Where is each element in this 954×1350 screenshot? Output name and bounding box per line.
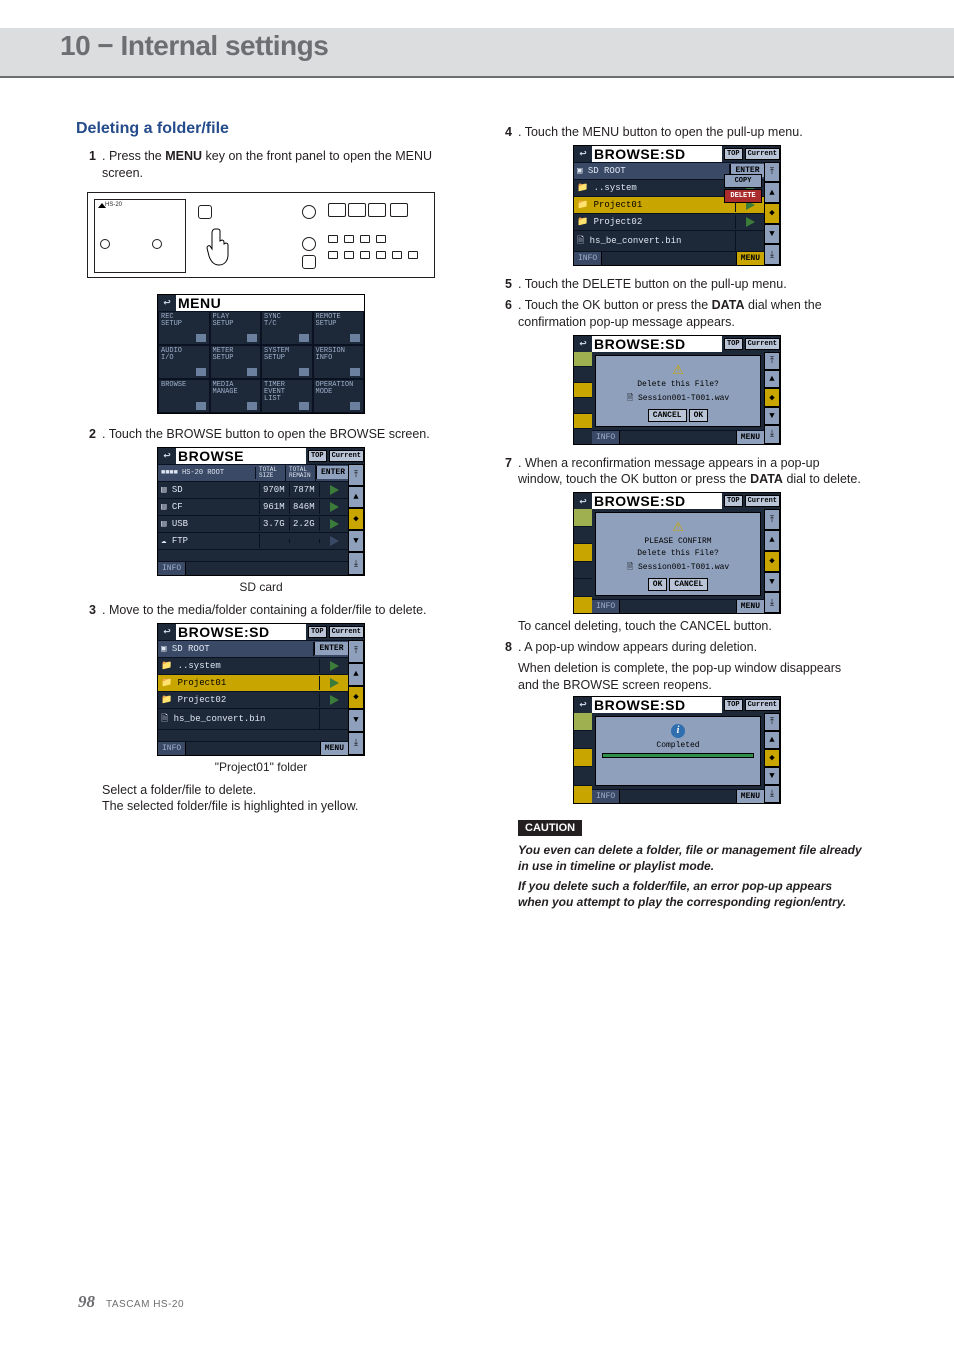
- list-item[interactable]: ▤ USB3.7G2.2G: [158, 515, 348, 532]
- menu-cell[interactable]: OPERATION MODE: [313, 379, 365, 413]
- list-item[interactable]: 🗎 hs_be_convert.bin: [158, 708, 348, 729]
- hardware-illustration: [76, 192, 446, 278]
- caution-label: CAUTION: [518, 820, 582, 836]
- caution-text-1: You even can delete a folder, file or ma…: [518, 842, 862, 874]
- browse-sd-lcd: ↩ BROWSE:SD TOP Current ▣ SD ROOT ENTER …: [157, 623, 365, 756]
- ok-button[interactable]: OK: [689, 409, 709, 422]
- menu-cell[interactable]: REMOTE SETUP: [313, 311, 365, 345]
- menu-cell[interactable]: MEDIA MANAGE: [210, 379, 262, 413]
- caution-text-2: If you delete such a folder/file, an err…: [518, 878, 862, 910]
- step-7: 7 . When a reconfirmation message appear…: [492, 455, 862, 489]
- menu-cell[interactable]: METER SETUP: [210, 345, 262, 379]
- menu-cell[interactable]: BROWSE: [158, 379, 210, 413]
- step-2: 2 . Touch the BROWSE button to open the …: [76, 426, 446, 443]
- pullup-popup: COPY DELETE: [724, 174, 762, 204]
- cancel-button[interactable]: CANCEL: [648, 409, 687, 422]
- browse-lcd: ↩ BROWSE TOP Current ■■■■ HS-20 ROOT TOT…: [157, 447, 365, 576]
- progress-bar: [602, 753, 754, 758]
- step-6: 6 . Touch the OK button or press the DAT…: [492, 297, 862, 331]
- hand-icon: [206, 227, 232, 267]
- step-8: 8 . A pop-up window appears during delet…: [492, 639, 862, 656]
- menu-cell[interactable]: SYSTEM SETUP: [261, 345, 313, 379]
- list-item[interactable]: 📁 ..system: [158, 657, 348, 674]
- page-number: 98: [78, 1292, 95, 1312]
- step-3: 3 . Move to the media/folder containing …: [76, 602, 446, 619]
- back-icon: ↩: [158, 295, 176, 310]
- menu-cell[interactable]: PLAY SETUP: [210, 311, 262, 345]
- select-note-2: The selected folder/file is highlighted …: [102, 798, 446, 815]
- list-item[interactable]: 📁 Project02: [574, 213, 764, 230]
- browse-caption: SD card: [76, 580, 446, 594]
- copy-button[interactable]: COPY: [724, 174, 762, 188]
- browse-sd-caption: "Project01" folder: [76, 760, 446, 774]
- pullup-lcd: ↩ BROWSE:SD TOP Current ▣ SD ROOT ENTER …: [573, 145, 781, 266]
- header-rule: [0, 76, 954, 78]
- list-item[interactable]: 📁 Project01: [158, 674, 348, 691]
- list-item[interactable]: ☁ FTP: [158, 532, 348, 549]
- menu-cell[interactable]: TIMER EVENT LIST: [261, 379, 313, 413]
- menu-cell[interactable]: AUDIO I/O: [158, 345, 210, 379]
- cancel-note: To cancel deleting, touch the CANCEL but…: [518, 618, 862, 635]
- menu-cell[interactable]: VERSION INFO: [313, 345, 365, 379]
- list-item[interactable]: ▤ CF961M846M: [158, 498, 348, 515]
- list-item[interactable]: 🗎 hs_be_convert.bin: [574, 230, 764, 251]
- step-4: 4 . Touch the MENU button to open the pu…: [492, 124, 862, 141]
- complete-lcd: ↩ BROWSE:SD TOP Current: [573, 696, 781, 804]
- list-item[interactable]: 📁 Project02: [158, 691, 348, 708]
- select-note-1: Select a folder/file to delete.: [102, 782, 446, 799]
- info-icon: i: [671, 724, 685, 738]
- cancel-button[interactable]: CANCEL: [669, 578, 708, 591]
- chapter-title: 10 − Internal settings: [60, 30, 328, 62]
- step-1: 1 . Press the MENU key on the front pane…: [76, 148, 446, 182]
- back-icon: ↩: [158, 448, 176, 463]
- menu-cell[interactable]: REC SETUP: [158, 311, 210, 345]
- section-heading: Deleting a folder/file: [76, 120, 446, 138]
- confirm-lcd: ↩ BROWSE:SD TOP Current: [573, 335, 781, 445]
- reconfirm-lcd: ↩ BROWSE:SD TOP Current: [573, 492, 781, 614]
- delete-button[interactable]: DELETE: [724, 189, 762, 203]
- step-8b: When deletion is complete, the pop-up wi…: [518, 660, 862, 694]
- list-item[interactable]: ▤ SD970M787M: [158, 481, 348, 498]
- ok-button[interactable]: OK: [648, 578, 668, 591]
- footer-model: TASCAM HS-20: [106, 1299, 184, 1310]
- menu-lcd: ↩ MENU REC SETUPPLAY SETUPSYNC T/CREMOTE…: [157, 294, 365, 414]
- step-5: 5 . Touch the DELETE button on the pull-…: [492, 276, 862, 293]
- menu-cell[interactable]: SYNC T/C: [261, 311, 313, 345]
